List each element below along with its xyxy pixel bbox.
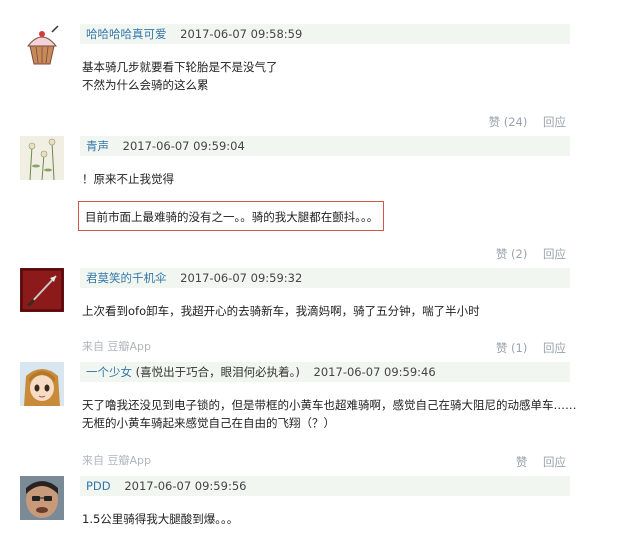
- reply-button[interactable]: 回应: [543, 115, 566, 129]
- comment-meta: 哈哈哈哈真可爱 2017-06-07 09:58:59: [80, 24, 570, 44]
- comment-line: 无框的小黄车骑起来感觉自己在自由的飞翔（？）: [82, 416, 335, 430]
- comment-time: 2017-06-07 09:59:04: [122, 139, 245, 153]
- comment-source: 来自 豆瓣App: [82, 340, 151, 353]
- username-link[interactable]: PDD: [80, 479, 111, 493]
- comment-time: 2017-06-07 09:59:56: [124, 479, 247, 493]
- comment-meta: 君莫笑的千机伞 2017-06-07 09:59:32: [80, 268, 570, 288]
- comment-actions: 赞 (2) 回应: [484, 246, 566, 262]
- spear-icon: [20, 268, 64, 312]
- like-button[interactable]: 赞 (24): [489, 115, 528, 129]
- comment-actions: 赞 回应: [504, 454, 566, 470]
- like-button[interactable]: 赞 (1): [496, 341, 527, 355]
- username-link[interactable]: 一个少女: [80, 365, 132, 379]
- comment-text: ！原来不止我觉得: [82, 170, 174, 188]
- comment-text: 天了噜我还没见到电子锁的，但是带框的小黄车也超难骑啊，感觉自己在骑大阻尼的动感单…: [82, 396, 577, 432]
- comment-text: 上次看到ofo卸车，我超开心的去骑新车，我滴妈啊，骑了五分钟，喘了半小时: [82, 302, 480, 320]
- quoted-highlight: 目前市面上最难骑的没有之一。。骑的我大腿都在颤抖。。。: [78, 201, 384, 231]
- comment-time: 2017-06-07 09:59:46: [313, 365, 436, 379]
- comment-meta: 青声 2017-06-07 09:59:04: [80, 136, 570, 156]
- comment-actions: 赞 (1) 回应: [484, 340, 566, 356]
- man-face-icon: [20, 476, 64, 520]
- comment-line: 1.5公里骑得我大腿酸到爆。。。: [82, 512, 239, 526]
- comment-source: 来自 豆瓣App: [82, 454, 151, 467]
- username-link[interactable]: 青声: [80, 139, 109, 153]
- username-link[interactable]: 哈哈哈哈真可爱: [80, 27, 167, 41]
- comment-time: 2017-06-07 09:59:32: [180, 271, 303, 285]
- like-button[interactable]: 赞 (2): [496, 247, 527, 261]
- comment-line: 上次看到ofo卸车，我超开心的去骑新车，我滴妈啊，骑了五分钟，喘了半小时: [82, 304, 480, 318]
- avatar[interactable]: [20, 136, 64, 180]
- comment-text: 基本骑几步就要看下轮胎是不是没气了 不然为什么会骑的这么累: [82, 58, 278, 94]
- flowers-icon: [20, 136, 64, 180]
- comment-meta: PDD 2017-06-07 09:59:56: [80, 476, 570, 496]
- avatar[interactable]: [20, 476, 64, 520]
- reply-button[interactable]: 回应: [543, 247, 566, 261]
- reply-button[interactable]: 回应: [543, 455, 566, 469]
- anime-girl-icon: [20, 362, 64, 406]
- comment-time: 2017-06-07 09:58:59: [180, 27, 303, 41]
- comment-actions: 赞 (24) 回应: [477, 114, 566, 130]
- comment-meta: 一个少女 (喜悦出于巧合，眼泪何必执着。) 2017-06-07 09:59:4…: [80, 362, 570, 382]
- avatar[interactable]: [20, 24, 64, 68]
- avatar[interactable]: [20, 268, 64, 312]
- cupcake-icon: [20, 24, 64, 68]
- comment-line: 天了噜我还没见到电子锁的，但是带框的小黄车也超难骑啊，感觉自己在骑大阻尼的动感单…: [82, 398, 577, 412]
- comment-line: ！原来不止我觉得: [82, 172, 174, 186]
- like-button[interactable]: 赞: [516, 455, 528, 469]
- comment-text: 1.5公里骑得我大腿酸到爆。。。: [82, 510, 238, 528]
- avatar[interactable]: [20, 362, 64, 406]
- username-link[interactable]: 君莫笑的千机伞: [80, 271, 167, 285]
- comment-line: 基本骑几步就要看下轮胎是不是没气了: [82, 60, 278, 74]
- user-signature: (喜悦出于巧合，眼泪何必执着。): [135, 365, 300, 379]
- reply-button[interactable]: 回应: [543, 341, 566, 355]
- comment-line: 不然为什么会骑的这么累: [82, 78, 209, 92]
